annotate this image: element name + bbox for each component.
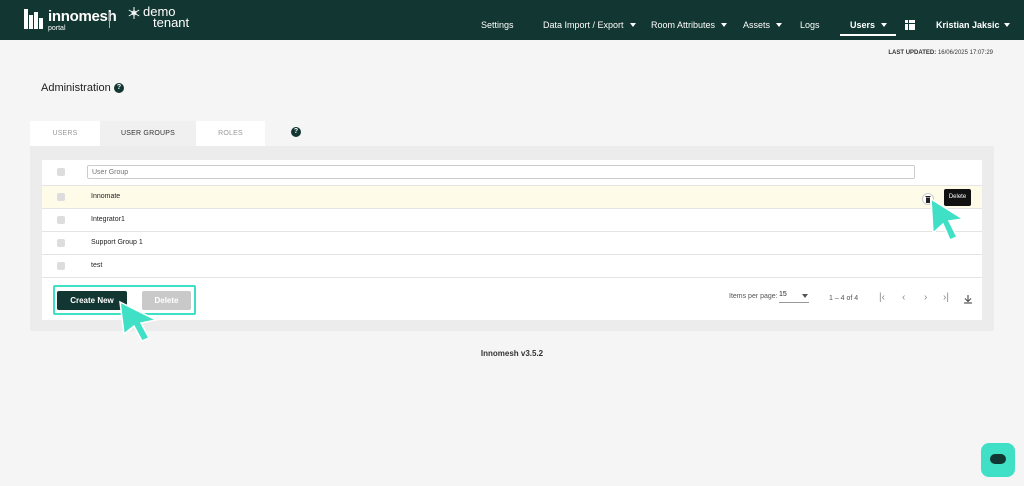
table-row[interactable]: test bbox=[42, 255, 982, 278]
page-title: Administration bbox=[41, 82, 111, 94]
user-group-filter-input[interactable] bbox=[87, 165, 915, 179]
user-menu[interactable]: Kristian Jaksic bbox=[936, 20, 1010, 30]
items-per-page-label: Items per page: bbox=[729, 293, 778, 300]
first-page-icon[interactable]: |‹ bbox=[879, 292, 885, 304]
next-page-icon[interactable]: › bbox=[924, 292, 927, 304]
last-updated: LAST UPDATED: 16/06/2025 17:07:29 bbox=[888, 50, 993, 56]
select-all-checkbox[interactable] bbox=[57, 168, 65, 176]
row-group-name: test bbox=[91, 262, 103, 269]
nav-active-indicator bbox=[840, 34, 896, 36]
chat-button[interactable] bbox=[981, 443, 1015, 477]
items-per-page-select[interactable]: 15 bbox=[779, 291, 809, 303]
previous-page-icon[interactable]: ‹ bbox=[902, 292, 905, 304]
nav-room-attributes[interactable]: Room Attributes bbox=[651, 20, 728, 30]
nav-users[interactable]: Users bbox=[850, 20, 888, 30]
tabs-help-icon[interactable]: ? bbox=[291, 127, 301, 137]
apps-grid-icon[interactable] bbox=[905, 20, 915, 30]
brand-sub: portal bbox=[48, 25, 66, 32]
nav-settings[interactable]: Settings bbox=[481, 20, 514, 30]
row-checkbox[interactable] bbox=[57, 216, 65, 224]
row-checkbox[interactable] bbox=[57, 239, 65, 247]
download-icon[interactable] bbox=[963, 294, 973, 304]
chevron-down-icon bbox=[802, 294, 808, 298]
nav-logs[interactable]: Logs bbox=[800, 20, 820, 30]
chevron-down-icon bbox=[629, 23, 636, 27]
chat-icon bbox=[990, 454, 1006, 464]
tab-user-groups[interactable]: USER GROUPS bbox=[100, 121, 196, 146]
row-group-name: Integrator1 bbox=[91, 216, 125, 223]
row-group-name: Support Group 1 bbox=[91, 239, 143, 246]
chevron-down-icon bbox=[1003, 23, 1010, 27]
row-group-name: Innomate bbox=[91, 193, 121, 200]
row-checkbox[interactable] bbox=[57, 193, 65, 201]
tab-users[interactable]: USERS bbox=[30, 121, 100, 146]
table-row[interactable]: Support Group 1 bbox=[42, 232, 982, 255]
tenant-logo: demo tenant bbox=[127, 5, 190, 30]
app-version: Innomesh v3.5.2 bbox=[480, 349, 544, 358]
tenant-line-2: tenant bbox=[153, 15, 190, 30]
chevron-down-icon bbox=[721, 23, 728, 27]
innomesh-logo-icon bbox=[24, 9, 44, 29]
help-icon[interactable]: ? bbox=[114, 83, 124, 93]
create-new-button[interactable]: Create New bbox=[57, 291, 127, 310]
cursor-pointer-icon bbox=[119, 300, 158, 342]
logo-divider bbox=[109, 12, 110, 28]
innomesh-logo[interactable]: innomesh portal bbox=[24, 8, 117, 32]
top-navigation-bar: innomesh portal demo tenant Settings Dat… bbox=[0, 0, 1024, 40]
tab-roles[interactable]: ROLES bbox=[196, 121, 265, 146]
nav-data-import-export[interactable]: Data Import / Export bbox=[543, 20, 636, 30]
brand-name: innomesh bbox=[48, 8, 117, 25]
snowflake-icon bbox=[128, 7, 140, 19]
last-page-icon[interactable]: ›| bbox=[943, 292, 949, 304]
chevron-down-icon bbox=[881, 23, 888, 27]
table-row[interactable]: Integrator1 bbox=[42, 209, 982, 232]
cursor-pointer-icon bbox=[930, 197, 965, 241]
chevron-down-icon bbox=[776, 23, 783, 27]
pagination-range: 1 – 4 of 4 bbox=[829, 295, 859, 302]
table-row[interactable]: Innomate bbox=[42, 186, 982, 209]
row-checkbox[interactable] bbox=[57, 262, 65, 270]
nav-assets[interactable]: Assets bbox=[743, 20, 783, 30]
